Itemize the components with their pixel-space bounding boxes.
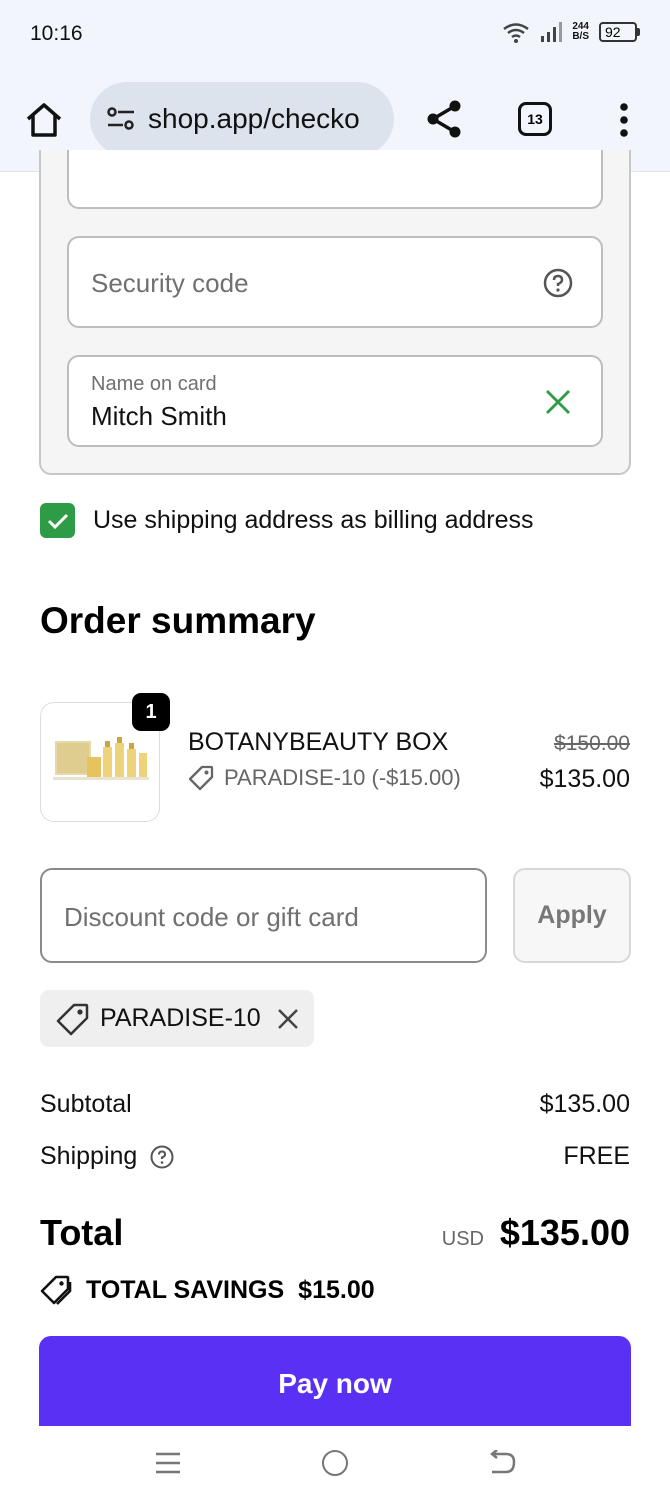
status-bar: 10:16 244 B/S 92 (0, 0, 670, 68)
clear-x-icon[interactable] (543, 387, 573, 417)
recent-apps-icon[interactable] (155, 1452, 181, 1474)
status-icons: 244 B/S 92 (502, 20, 640, 44)
pay-now-button[interactable]: Pay now (39, 1336, 631, 1426)
discount-code-input[interactable]: Discount code or gift card (40, 868, 487, 963)
home-nav-icon[interactable] (322, 1450, 348, 1476)
subtotal-value: $135.00 (539, 1090, 630, 1118)
site-settings-icon[interactable] (106, 105, 136, 133)
tag-icon (188, 765, 214, 791)
address-bar[interactable]: shop.app/checko (90, 82, 394, 156)
applied-code-text: PARADISE-10 (100, 1004, 261, 1032)
wifi-icon (503, 23, 530, 43)
battery-level: 92 (599, 22, 637, 42)
system-nav-bar (0, 1426, 670, 1500)
signal-icon (541, 22, 563, 42)
savings-label: TOTAL SAVINGS (86, 1275, 285, 1304)
security-code-field[interactable]: Security code (67, 236, 603, 328)
total-currency: USD (441, 1228, 484, 1250)
remove-code-icon[interactable] (277, 1008, 299, 1030)
apply-button[interactable]: Apply (513, 868, 631, 963)
name-on-card-label: Name on card (91, 373, 217, 395)
billing-checkbox[interactable] (40, 503, 75, 538)
tab-switcher-button[interactable]: 13 (518, 102, 552, 136)
tag-icon (56, 1003, 89, 1035)
name-on-card-field[interactable]: Name on card Mitch Smith (67, 355, 603, 447)
applied-discount-chip: PARADISE-10 (40, 990, 314, 1047)
discount-code-placeholder: Discount code or gift card (64, 902, 359, 932)
total-value: $135.00 (499, 1212, 630, 1253)
product-discount: PARADISE-10 (-$15.00) (188, 765, 461, 791)
help-icon[interactable] (543, 268, 573, 298)
quantity-badge: 1 (132, 693, 170, 731)
subtotal-label: Subtotal (40, 1090, 132, 1118)
security-code-placeholder: Security code (91, 268, 249, 298)
shipping-value: FREE (563, 1142, 630, 1170)
shipping-label: Shipping (40, 1142, 138, 1170)
status-time: 10:16 (30, 22, 83, 45)
total-label: Total (40, 1212, 124, 1253)
more-menu-icon[interactable] (612, 100, 636, 140)
savings-value: $15.00 (298, 1275, 375, 1304)
speed-unit: B/S (572, 31, 589, 42)
battery-icon: 92 (599, 22, 640, 42)
battery-tip (637, 28, 640, 36)
url-text: shop.app/checko (148, 103, 360, 134)
billing-address-option[interactable]: Use shipping address as billing address (40, 503, 534, 538)
tags-icon (40, 1275, 72, 1305)
network-speed: 244 B/S (572, 22, 589, 42)
shipping-help-icon[interactable] (150, 1145, 174, 1169)
expiration-date-field[interactable] (67, 150, 603, 209)
product-name: BOTANYBEAUTY BOX (188, 728, 449, 756)
back-icon[interactable] (488, 1450, 516, 1476)
share-icon[interactable] (424, 98, 464, 140)
discounted-price: $135.00 (539, 765, 630, 793)
billing-checkbox-label: Use shipping address as billing address (93, 506, 534, 534)
product-discount-text: PARADISE-10 (-$15.00) (224, 765, 461, 790)
order-summary-title: Order summary (40, 600, 316, 641)
total-savings: TOTAL SAVINGS $15.00 (40, 1274, 375, 1306)
checkmark-icon (47, 513, 68, 529)
original-price: $150.00 (554, 732, 630, 755)
home-icon[interactable] (24, 100, 64, 140)
name-on-card-value: Mitch Smith (91, 401, 227, 431)
